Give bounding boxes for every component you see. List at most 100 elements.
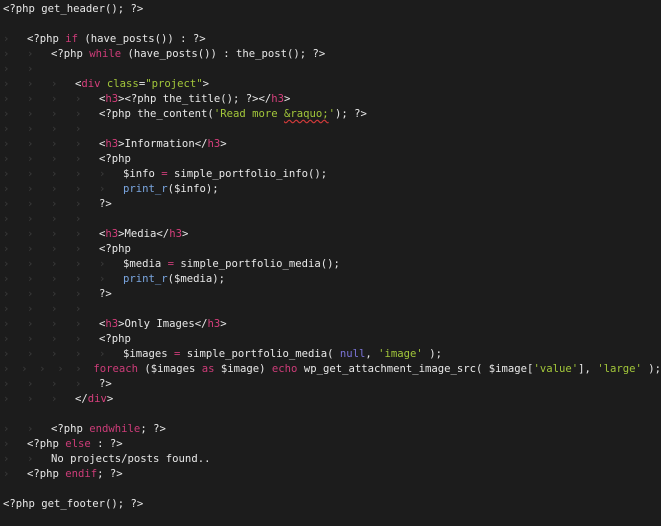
code-token: <?php	[27, 438, 66, 450]
indent-guide-icon	[27, 47, 51, 62]
code-line[interactable]	[0, 482, 661, 497]
code-line[interactable]: <?php get_footer(); ?>	[0, 497, 661, 512]
code-token: ); ?>	[335, 108, 367, 120]
indent-guide-icon	[27, 317, 51, 332]
code-line[interactable]: <h3>Only Images</h3>	[0, 317, 661, 332]
code-line[interactable]: print_r($media);	[0, 272, 661, 287]
code-line[interactable]: ?>	[0, 287, 661, 302]
code-line[interactable]: foreach ($images as $image) echo wp_get_…	[0, 362, 661, 377]
code-token: echo	[271, 363, 298, 375]
code-token: h3	[207, 318, 221, 330]
indent-guide-icon	[27, 377, 51, 392]
indent-guide-icon	[3, 122, 27, 137]
indent-guide-icon	[51, 107, 75, 122]
indent-guide-icon	[3, 467, 27, 482]
code-line[interactable]: ?>	[0, 197, 661, 212]
code-token: ],	[578, 363, 598, 375]
code-line[interactable]	[0, 122, 661, 137]
code-line[interactable]: <?php	[0, 152, 661, 167]
code-token: <?php	[51, 423, 90, 435]
indent-guide-icon	[75, 272, 99, 287]
code-line[interactable]: <?php else : ?>	[0, 437, 661, 452]
code-token: (have_posts()) : ?>	[78, 33, 206, 45]
code-token: div	[87, 393, 107, 405]
code-token: 'Read more	[213, 108, 284, 120]
code-line[interactable]	[0, 302, 661, 317]
indent-guide-icon	[3, 302, 27, 317]
code-token: ($media);	[167, 273, 226, 285]
code-line[interactable]: $media = simple_portfolio_media();	[0, 257, 661, 272]
code-line[interactable]: <h3>Information</h3>	[0, 137, 661, 152]
code-line[interactable]	[0, 17, 661, 32]
code-token: h3	[105, 228, 119, 240]
indent-guide-icon	[51, 392, 75, 407]
code-line[interactable]: <?php while (have_posts()) : the_post();…	[0, 47, 661, 62]
code-line[interactable]: print_r($info);	[0, 182, 661, 197]
code-editor[interactable]: <?php get_header(); ?> <?php if (have_pos…	[0, 0, 661, 526]
code-token: <?php	[99, 243, 131, 255]
code-line[interactable]: <h3><?php the_title(); ?></h3>	[0, 92, 661, 107]
code-token: >Information</	[118, 138, 208, 150]
indent-guide-icon	[75, 317, 99, 332]
code-token: endwhile	[89, 423, 141, 435]
code-token: h3	[105, 318, 119, 330]
code-line[interactable]: <div class="project">	[0, 77, 661, 92]
code-token: <?php	[99, 333, 131, 345]
code-line[interactable]: <h3>Media</h3>	[0, 227, 661, 242]
code-token: 'image'	[378, 348, 423, 360]
code-token: simple_portfolio_info();	[167, 168, 328, 180]
code-line[interactable]: No projects/posts found..	[0, 452, 661, 467]
code-token: &raquo;	[283, 108, 329, 120]
indent-guide-icon	[51, 377, 75, 392]
code-token: 'value'	[533, 363, 579, 375]
indent-guide-icon	[3, 62, 27, 77]
indent-guide-icon	[27, 137, 51, 152]
code-line[interactable]: <?php get_header(); ?>	[0, 2, 661, 17]
code-token: >	[220, 138, 227, 150]
code-token: ?>	[99, 288, 112, 300]
code-token: >	[220, 318, 227, 330]
code-line[interactable]: </div>	[0, 392, 661, 407]
code-line[interactable]	[0, 212, 661, 227]
code-line[interactable]: ?>	[0, 377, 661, 392]
indent-guide-icon	[75, 287, 99, 302]
indent-guide-icon	[27, 242, 51, 257]
code-line[interactable]	[0, 62, 661, 77]
code-token: $images	[123, 348, 175, 360]
code-token: ><?php the_title(); ?></	[118, 93, 272, 105]
indent-guide-icon	[51, 287, 75, 302]
indent-guide-icon	[51, 152, 75, 167]
code-token: ($info);	[167, 183, 219, 195]
indent-guide-icon	[51, 122, 75, 137]
indent-guide-icon	[75, 92, 99, 107]
code-line[interactable]: <?php if (have_posts()) : ?>	[0, 32, 661, 47]
code-line[interactable]: $info = simple_portfolio_info();	[0, 167, 661, 182]
code-line[interactable]: $images = simple_portfolio_media( null, …	[0, 347, 661, 362]
indent-guide-icon	[3, 167, 27, 182]
indent-guide-icon	[27, 182, 51, 197]
indent-guide-icon	[27, 347, 51, 362]
indent-guide-icon	[51, 77, 75, 92]
code-token: ,	[365, 348, 379, 360]
code-line[interactable]: <?php endif; ?>	[0, 467, 661, 482]
indent-guide-icon	[75, 167, 99, 182]
indent-guide-icon	[27, 167, 51, 182]
indent-guide-icon	[3, 107, 27, 122]
indent-guide-icon	[3, 287, 27, 302]
indent-guide-icon	[3, 197, 27, 212]
code-token: $info	[123, 168, 162, 180]
code-token: ; ?>	[97, 468, 123, 480]
code-token: else	[65, 438, 91, 450]
indent-guide-icon	[27, 212, 51, 227]
indent-guide-icon	[75, 377, 99, 392]
code-token: <?php	[27, 33, 66, 45]
code-line[interactable]: <?php endwhile; ?>	[0, 422, 661, 437]
code-line[interactable]	[0, 407, 661, 422]
indent-guide-icon	[51, 197, 75, 212]
code-token: ?>	[99, 378, 112, 390]
indent-guide-icon	[3, 227, 27, 242]
code-line[interactable]: <?php	[0, 242, 661, 257]
code-line[interactable]: <?php the_content('Read more &raquo;'); …	[0, 107, 661, 122]
code-line[interactable]: <?php	[0, 332, 661, 347]
code-token: h3	[207, 138, 221, 150]
